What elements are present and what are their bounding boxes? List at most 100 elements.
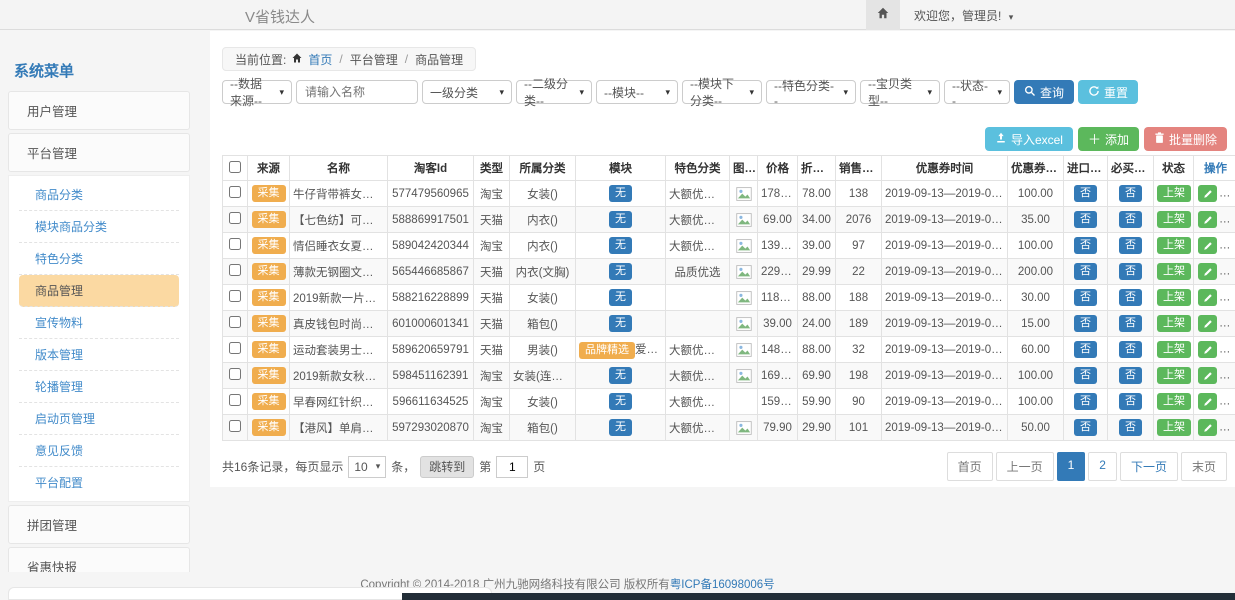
- batch-delete-button[interactable]: 批量删除: [1144, 127, 1227, 151]
- row-checkbox[interactable]: [229, 212, 241, 224]
- sidebar-subitem-平台配置[interactable]: 平台配置: [19, 467, 179, 498]
- row-checkbox[interactable]: [229, 420, 241, 432]
- edit-button[interactable]: [1198, 289, 1217, 306]
- sidebar-subitem-商品分类[interactable]: 商品分类: [19, 179, 179, 211]
- module-select[interactable]: --模块--▾: [596, 80, 678, 104]
- jump-page-input[interactable]: [496, 456, 528, 478]
- cell-must-buy: 否: [1108, 233, 1154, 259]
- import-toggle-badge[interactable]: 否: [1074, 315, 1097, 332]
- row-checkbox[interactable]: [229, 316, 241, 328]
- sidebar-subitem-宣传物料[interactable]: 宣传物料: [19, 307, 179, 339]
- mustbuy-toggle-badge[interactable]: 否: [1119, 237, 1142, 254]
- sidebar-subitem-轮播管理[interactable]: 轮播管理: [19, 371, 179, 403]
- cell-module: 无: [576, 259, 666, 285]
- select-all-checkbox[interactable]: [229, 161, 241, 173]
- status-badge[interactable]: 上架: [1157, 341, 1191, 358]
- import-toggle-badge[interactable]: 否: [1074, 263, 1097, 280]
- sidebar-item-用户管理[interactable]: 用户管理: [8, 91, 190, 130]
- sidebar-subitem-特色分类[interactable]: 特色分类: [19, 243, 179, 275]
- sidebar-subitem-商品管理[interactable]: 商品管理: [19, 275, 179, 307]
- status-badge[interactable]: 上架: [1157, 419, 1191, 436]
- mustbuy-toggle-badge[interactable]: 否: [1119, 315, 1142, 332]
- status-badge[interactable]: 上架: [1157, 263, 1191, 280]
- import-toggle-badge[interactable]: 否: [1074, 211, 1097, 228]
- row-checkbox[interactable]: [229, 264, 241, 276]
- import-toggle-badge[interactable]: 否: [1074, 237, 1097, 254]
- edit-button[interactable]: [1198, 419, 1217, 436]
- mustbuy-toggle-badge[interactable]: 否: [1119, 263, 1142, 280]
- status-badge[interactable]: 上架: [1157, 237, 1191, 254]
- import-excel-button[interactable]: 导入excel: [985, 127, 1073, 151]
- edit-button[interactable]: [1198, 211, 1217, 228]
- per-page-select[interactable]: 10 ▾: [348, 456, 386, 478]
- row-checkbox[interactable]: [229, 368, 241, 380]
- import-toggle-badge[interactable]: 否: [1074, 393, 1097, 410]
- import-toggle-badge[interactable]: 否: [1074, 419, 1097, 436]
- edit-button[interactable]: [1198, 341, 1217, 358]
- mustbuy-toggle-badge[interactable]: 否: [1119, 367, 1142, 384]
- feature-category-select[interactable]: --特色分类--▾: [766, 80, 856, 104]
- module-sub-select[interactable]: --模块下分类--▾: [682, 80, 762, 104]
- import-toggle-badge[interactable]: 否: [1074, 341, 1097, 358]
- data-source-select[interactable]: --数据来源--▾: [222, 80, 292, 104]
- breadcrumb-home-link[interactable]: 首页: [308, 51, 332, 68]
- user-menu[interactable]: 欢迎您，管理员! ▾: [914, 7, 1013, 24]
- page-button-上一页[interactable]: 上一页: [996, 452, 1054, 481]
- status-badge[interactable]: 上架: [1157, 211, 1191, 228]
- mustbuy-toggle-badge[interactable]: 否: [1119, 289, 1142, 306]
- row-checkbox[interactable]: [229, 342, 241, 354]
- status-badge[interactable]: 上架: [1157, 315, 1191, 332]
- cell-status: 上架: [1154, 337, 1194, 363]
- mustbuy-toggle-badge[interactable]: 否: [1119, 341, 1142, 358]
- page-button-1[interactable]: 1: [1057, 452, 1086, 481]
- product-thumbnail: [736, 240, 752, 252]
- reset-button[interactable]: 重置: [1078, 80, 1138, 104]
- jump-button[interactable]: 跳转到: [420, 456, 474, 478]
- row-checkbox[interactable]: [229, 238, 241, 250]
- import-toggle-badge[interactable]: 否: [1074, 185, 1097, 202]
- level1-category-select[interactable]: 一级分类▾: [422, 80, 512, 104]
- page-button-首页[interactable]: 首页: [947, 452, 993, 481]
- level2-category-select[interactable]: --二级分类--▾: [516, 80, 592, 104]
- import-toggle-badge[interactable]: 否: [1074, 367, 1097, 384]
- sidebar-item-拼团管理[interactable]: 拼团管理: [8, 505, 190, 544]
- row-checkbox[interactable]: [229, 186, 241, 198]
- page-button-下一页[interactable]: 下一页: [1120, 452, 1178, 481]
- edit-button[interactable]: [1198, 367, 1217, 384]
- sidebar-subitem-版本管理[interactable]: 版本管理: [19, 339, 179, 371]
- status-select[interactable]: --状态--▾: [944, 80, 1010, 104]
- mustbuy-toggle-badge[interactable]: 否: [1119, 419, 1142, 436]
- add-button[interactable]: ＋ 添加: [1078, 127, 1139, 151]
- edit-button[interactable]: [1198, 263, 1217, 280]
- status-badge[interactable]: 上架: [1157, 289, 1191, 306]
- cell-name: 薄款无钢圈文胸聚拢性...: [290, 259, 388, 285]
- page-button-末页[interactable]: 末页: [1181, 452, 1227, 481]
- status-badge[interactable]: 上架: [1157, 393, 1191, 410]
- page-button-2[interactable]: 2: [1088, 452, 1117, 481]
- sidebar-subitem-模块商品分类[interactable]: 模块商品分类: [19, 211, 179, 243]
- sidebar-subitem-启动页管理[interactable]: 启动页管理: [19, 403, 179, 435]
- cell-operations: [1194, 207, 1235, 233]
- column-header-状态: 状态: [1154, 156, 1194, 181]
- row-checkbox[interactable]: [229, 290, 241, 302]
- mustbuy-toggle-badge[interactable]: 否: [1119, 185, 1142, 202]
- edit-button[interactable]: [1198, 315, 1217, 332]
- mustbuy-toggle-badge[interactable]: 否: [1119, 211, 1142, 228]
- item-type-select[interactable]: --宝贝类型--▾: [860, 80, 940, 104]
- import-toggle-badge[interactable]: 否: [1074, 289, 1097, 306]
- search-button[interactable]: 查询: [1014, 80, 1074, 104]
- edit-button[interactable]: [1198, 185, 1217, 202]
- edit-button[interactable]: [1198, 393, 1217, 410]
- cell-coupon-time: 2019-09-13—2019-09-17: [882, 363, 1008, 389]
- name-input[interactable]: [296, 80, 418, 104]
- status-badge[interactable]: 上架: [1157, 367, 1191, 384]
- icp-link[interactable]: 粤ICP备16098006号: [670, 579, 775, 591]
- sidebar-subitem-意见反馈[interactable]: 意见反馈: [19, 435, 179, 467]
- home-button[interactable]: [866, 0, 900, 30]
- row-checkbox[interactable]: [229, 394, 241, 406]
- sidebar-item-平台管理[interactable]: 平台管理: [8, 133, 190, 172]
- mustbuy-toggle-badge[interactable]: 否: [1119, 393, 1142, 410]
- sidebar-item-省惠快报[interactable]: 省惠快报: [8, 547, 190, 572]
- status-badge[interactable]: 上架: [1157, 185, 1191, 202]
- edit-button[interactable]: [1198, 237, 1217, 254]
